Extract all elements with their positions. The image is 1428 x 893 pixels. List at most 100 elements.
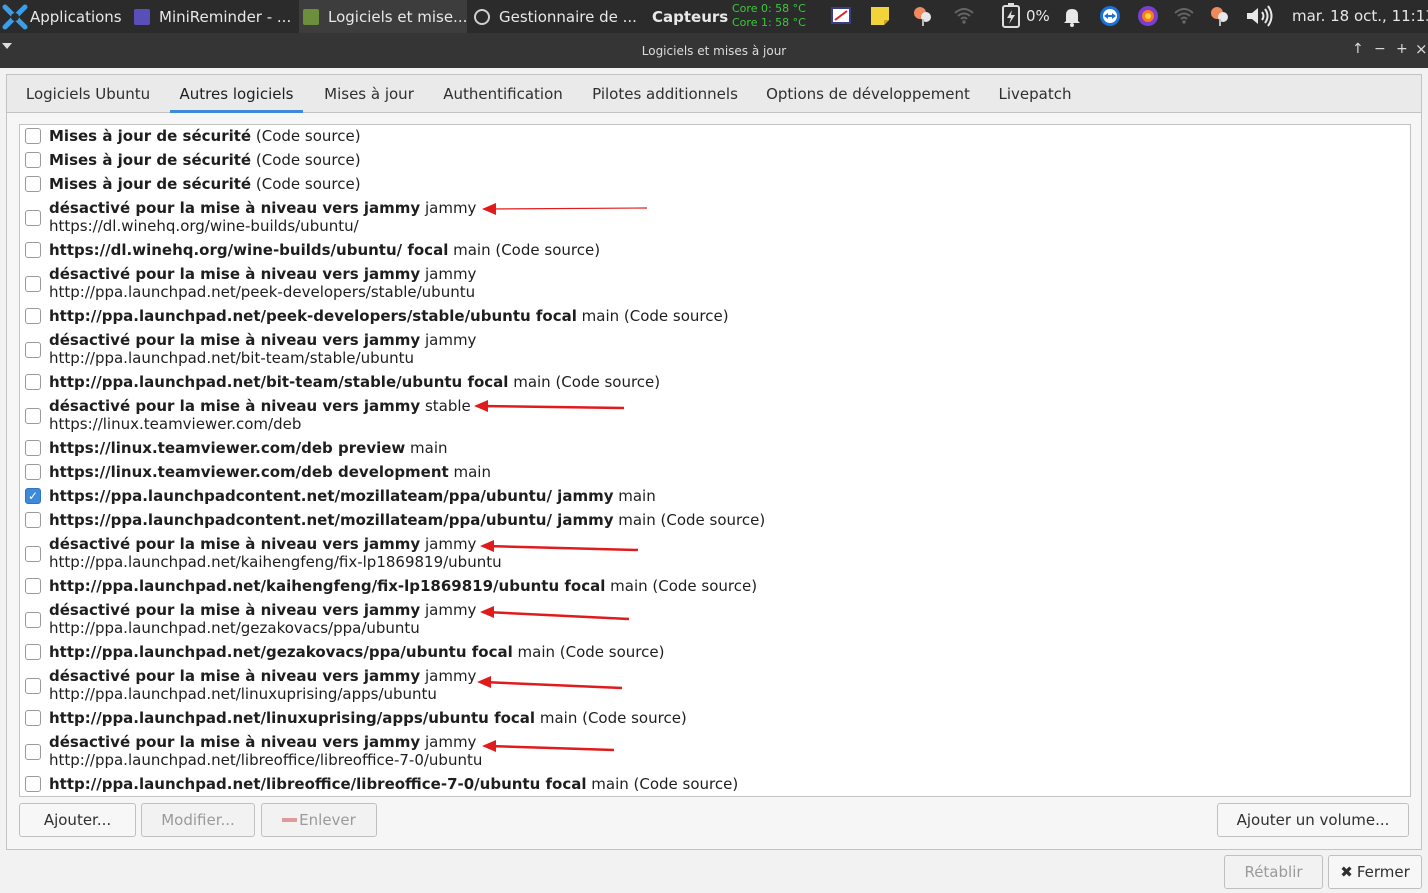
source-title: désactivé pour la mise à niveau vers jam… xyxy=(49,265,476,283)
source-row[interactable]: http://ppa.launchpad.net/kaihengfeng/fix… xyxy=(20,575,1410,599)
source-checkbox[interactable] xyxy=(25,776,41,792)
source-components: main (Code source) xyxy=(512,643,665,661)
source-checkbox[interactable] xyxy=(25,744,41,760)
tab-livepatch[interactable]: Livepatch xyxy=(989,75,1081,113)
task-label: Gestionnaire de ... xyxy=(499,7,637,26)
notes-icon[interactable] xyxy=(869,5,891,27)
notification-bell-icon[interactable] xyxy=(1061,5,1083,27)
task-minireminder[interactable]: MiniReminder - ... xyxy=(130,0,296,33)
source-checkbox[interactable] xyxy=(25,578,41,594)
source-checkbox[interactable] xyxy=(25,612,41,628)
source-checkbox[interactable] xyxy=(25,710,41,726)
source-checkbox[interactable] xyxy=(25,342,41,358)
clock[interactable]: mar. 18 oct., 11:13 xyxy=(1292,7,1428,25)
source-name: désactivé pour la mise à niveau vers jam… xyxy=(49,667,421,685)
close-icon: ✖ xyxy=(1340,863,1353,881)
task-software-updates[interactable]: Logiciels et mise... xyxy=(299,0,467,33)
source-row[interactable]: http://ppa.launchpad.net/libreoffice/lib… xyxy=(20,773,1410,796)
source-row[interactable]: Mises à jour de sécurité (Code source) xyxy=(20,125,1410,149)
source-title: Mises à jour de sécurité (Code source) xyxy=(49,151,361,169)
add-volume-button[interactable]: Ajouter un volume... xyxy=(1217,803,1409,837)
source-url: http://ppa.launchpad.net/gezakovacs/ppa/… xyxy=(49,619,420,637)
network-monitor-icon[interactable] xyxy=(912,5,934,27)
tab-bar: Logiciels Ubuntu Autres logiciels Mises … xyxy=(7,75,1421,113)
minimize-button[interactable]: − xyxy=(1374,41,1386,57)
source-name: https://ppa.launchpadcontent.net/mozilla… xyxy=(49,487,614,505)
add-button[interactable]: Ajouter... xyxy=(19,803,136,837)
source-row[interactable]: https://dl.winehq.org/wine-builds/ubuntu… xyxy=(20,239,1410,263)
sensors-label: Capteurs xyxy=(652,7,728,26)
source-row[interactable]: désactivé pour la mise à niveau vers jam… xyxy=(20,263,1410,305)
source-checkbox[interactable] xyxy=(25,176,41,192)
source-row[interactable]: http://ppa.launchpad.net/bit-team/stable… xyxy=(20,371,1410,395)
sources-list[interactable]: Mises à jour de sécurité (Code source) Mi… xyxy=(19,124,1411,797)
tab-developer-options[interactable]: Options de développement xyxy=(757,75,979,113)
source-checkbox[interactable] xyxy=(25,408,41,424)
maximize-button[interactable]: + xyxy=(1396,41,1408,57)
screenshot-icon[interactable] xyxy=(830,5,852,27)
source-row[interactable]: https://linux.teamviewer.com/deb preview… xyxy=(20,437,1410,461)
source-row[interactable]: désactivé pour la mise à niveau vers jam… xyxy=(20,665,1410,707)
source-checkbox[interactable] xyxy=(25,210,41,226)
source-components: main (Code source) xyxy=(586,775,739,793)
tab-updates[interactable]: Mises à jour xyxy=(312,75,426,113)
applications-menu[interactable]: Applications xyxy=(0,0,126,33)
source-row[interactable]: http://ppa.launchpad.net/peek-developers… xyxy=(20,305,1410,329)
source-row[interactable]: désactivé pour la mise à niveau vers jam… xyxy=(20,731,1410,773)
top-panel: Applications MiniReminder - ... Logiciel… xyxy=(0,0,1428,33)
source-row[interactable]: Mises à jour de sécurité (Code source) xyxy=(20,149,1410,173)
source-title: désactivé pour la mise à niveau vers jam… xyxy=(49,733,476,751)
source-row[interactable]: https://ppa.launchpadcontent.net/mozilla… xyxy=(20,509,1410,533)
source-checkbox[interactable] xyxy=(25,512,41,528)
source-name: https://ppa.launchpadcontent.net/mozilla… xyxy=(49,511,614,529)
source-row[interactable]: https://linux.teamviewer.com/deb develop… xyxy=(20,461,1410,485)
source-checkbox[interactable]: ✓ xyxy=(25,488,41,504)
source-row[interactable]: désactivé pour la mise à niveau vers jam… xyxy=(20,533,1410,575)
source-row[interactable]: Mises à jour de sécurité (Code source) xyxy=(20,173,1410,197)
source-checkbox[interactable] xyxy=(25,440,41,456)
source-checkbox[interactable] xyxy=(25,644,41,660)
battery-percent: 0% xyxy=(1026,7,1050,25)
source-checkbox[interactable] xyxy=(25,678,41,694)
shade-button[interactable]: ↑ xyxy=(1352,41,1364,57)
close-button[interactable]: ✖ Fermer xyxy=(1328,855,1422,889)
source-checkbox[interactable] xyxy=(25,308,41,324)
revert-button[interactable]: Rétablir xyxy=(1224,855,1323,889)
source-url: https://linux.teamviewer.com/deb xyxy=(49,415,302,433)
sensors-plugin[interactable]: Capteurs xyxy=(652,0,728,33)
source-checkbox[interactable] xyxy=(25,152,41,168)
tab-additional-drivers[interactable]: Pilotes additionnels xyxy=(583,75,747,113)
source-checkbox[interactable] xyxy=(25,242,41,258)
source-components: jammy xyxy=(420,535,477,553)
network-monitor-secondary-icon[interactable] xyxy=(1209,5,1231,27)
source-row[interactable]: http://ppa.launchpad.net/gezakovacs/ppa/… xyxy=(20,641,1410,665)
wifi-icon[interactable] xyxy=(953,5,975,27)
tab-ubuntu-software[interactable]: Logiciels Ubuntu xyxy=(11,75,165,113)
source-row[interactable]: désactivé pour la mise à niveau vers jam… xyxy=(20,197,1410,239)
source-checkbox[interactable] xyxy=(25,128,41,144)
source-checkbox[interactable] xyxy=(25,374,41,390)
source-checkbox[interactable] xyxy=(25,276,41,292)
teamviewer-icon[interactable] xyxy=(1099,5,1121,27)
source-row[interactable]: désactivé pour la mise à niveau vers jam… xyxy=(20,329,1410,371)
source-title: https://linux.teamviewer.com/deb preview… xyxy=(49,439,448,457)
volume-icon[interactable] xyxy=(1245,5,1275,27)
source-checkbox[interactable] xyxy=(25,464,41,480)
tab-other-software[interactable]: Autres logiciels xyxy=(170,75,303,113)
close-window-button[interactable]: × xyxy=(1415,40,1428,58)
source-title: https://ppa.launchpadcontent.net/mozilla… xyxy=(49,487,656,505)
firefox-icon[interactable] xyxy=(1137,5,1159,27)
tab-authentication[interactable]: Authentification xyxy=(435,75,571,113)
wifi-secondary-icon[interactable] xyxy=(1173,5,1195,27)
source-row[interactable]: désactivé pour la mise à niveau vers jam… xyxy=(20,395,1410,437)
window-titlebar[interactable]: Logiciels et mises à jour ↑ − + × xyxy=(0,33,1428,68)
source-row[interactable]: désactivé pour la mise à niveau vers jam… xyxy=(20,599,1410,641)
edit-button[interactable]: Modifier... xyxy=(141,803,255,837)
battery-icon[interactable] xyxy=(1000,3,1022,28)
task-file-manager[interactable]: Gestionnaire de ... xyxy=(470,0,638,33)
source-row[interactable]: ✓ https://ppa.launchpadcontent.net/mozill… xyxy=(20,485,1410,509)
source-checkbox[interactable] xyxy=(25,546,41,562)
source-row[interactable]: http://ppa.launchpad.net/linuxuprising/a… xyxy=(20,707,1410,731)
remove-button[interactable]: Enlever xyxy=(261,803,377,837)
source-name: http://ppa.launchpad.net/kaihengfeng/fix… xyxy=(49,577,606,595)
